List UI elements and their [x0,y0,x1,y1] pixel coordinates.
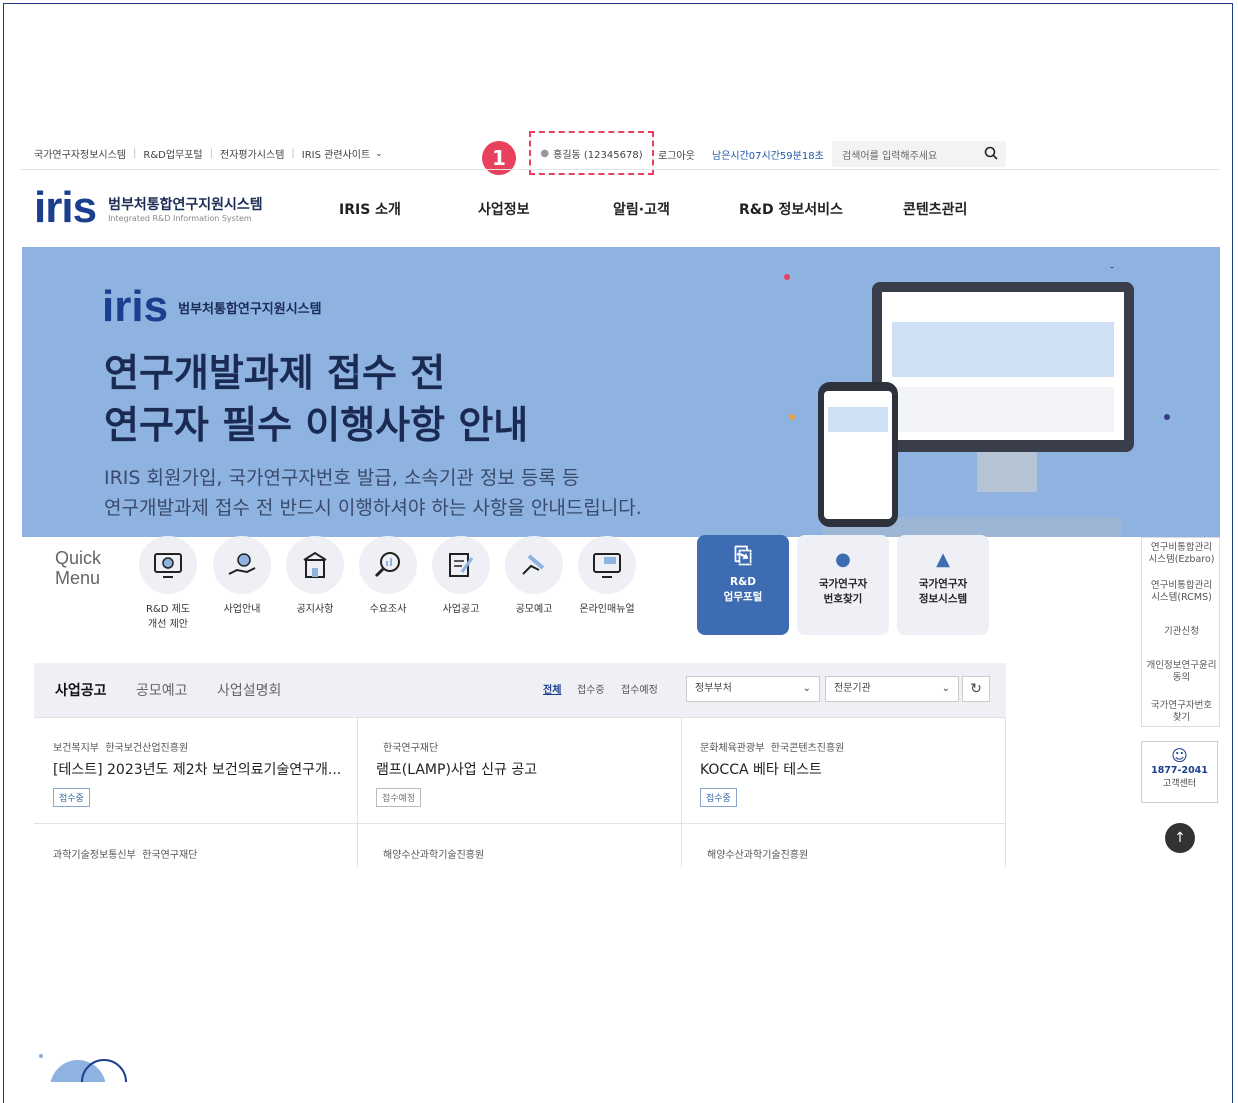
user-icon: ● [540,147,550,159]
building-icon [303,551,327,578]
headset-icon: ☺ [1171,746,1188,765]
search-placeholder: 검색어를 입력해주세요 [842,150,938,162]
logout-link[interactable]: 로그아웃 [658,147,695,162]
chevron-down-icon: ⌄ [802,683,811,694]
agency-select[interactable]: 전문기관 ⌄ [825,676,959,702]
arrow-up-icon: ↑ [1174,830,1186,846]
monitor-chat-icon [593,553,621,578]
quick-item-manual[interactable]: 온라인매뉴얼 [567,536,647,617]
search-icon[interactable] [984,146,998,160]
banner-title: 연구개발과제 접수 전 연구자 필수 이행사항 안내 [104,351,529,447]
quick-item-preview[interactable]: 공모예고 [494,536,574,617]
chevron-down-icon[interactable]: ⌄ [375,149,383,159]
pen-hand-icon [522,554,545,575]
banner-logo: iris 범부처통합연구지원시스템 [102,282,322,331]
rail-link-ezbaro[interactable]: 연구비통합관리 시스템(Ezbaro) [1142,542,1221,566]
header-divider [20,169,1220,170]
scroll-top-button[interactable]: ↑ [1165,823,1195,853]
quick-item-rnd-proposal[interactable]: R&D 제도 개선 제안 [128,536,208,632]
site-logo[interactable]: iris 범부처통합연구지원시스템 Integrated R&D Informa… [34,183,263,232]
ministry-label: 보건복지부 [53,743,99,754]
card-researcher-system[interactable]: ▲ 국가연구자 정보시스템 [897,535,989,635]
user-search-icon: ● [835,549,851,570]
status-badge: 접수예정 [376,788,422,807]
util-link-related-sites[interactable]: IRIS 관련사이트 [302,146,370,161]
quick-item-business-guide[interactable]: 사업안내 [202,536,282,617]
util-link-evaluation[interactable]: 전자평가시스템 [220,146,284,161]
cs-phone: 1877-2041 [1151,765,1208,776]
user-name[interactable]: 홍길동 (12345678) [553,146,642,161]
card-rnd-portal[interactable]: ⎘ R&D 업무포털 [697,535,789,635]
filter-upcoming[interactable]: 접수예정 [621,681,658,696]
search-input[interactable]: 검색어를 입력해주세요 [832,141,1006,167]
right-quick-rail: 연구비통합관리 시스템(Ezbaro) 연구비통합관리 시스템(RCMS) 기관… [1141,537,1220,727]
microscope-icon: ▲ [936,549,950,570]
filter-open[interactable]: 접수중 [577,681,605,696]
portal-search-icon: ⎘ [734,544,752,569]
tab-preview[interactable]: 공모예고 [136,680,188,700]
refresh-icon: ↻ [970,681,982,697]
grid-mid-line [34,823,1006,824]
logo-wordmark: iris [34,183,97,232]
quick-item-notice[interactable]: 공지사항 [275,536,355,617]
util-link-researcher-system[interactable]: 국가연구자정보시스템 [34,146,126,161]
utility-links: 국가연구자정보시스템 | R&D업무포털 | 전자평가시스템 | IRIS 관련사이트… [34,146,383,161]
devices-illustration [784,267,1170,537]
logo-subtitle: Integrated R&D Information System [108,213,252,223]
agency-label: 한국보건산업진흥원 [105,743,189,754]
quick-item-announcement[interactable]: 사업공고 [421,536,501,617]
grid-col-divider [681,717,682,867]
filter-all[interactable]: 전체 [543,681,561,696]
ministry-label: 문화체육관광부 [700,743,765,754]
quick-menu-title: Quick Menu [55,548,102,588]
notice-title[interactable]: 램프(LAMP)사업 신규 공고 [376,759,537,779]
edit-document-icon [449,553,474,577]
agency-label: 한국연구재단 [383,743,439,754]
notice-title[interactable]: [테스트] 2023년도 제2차 보건의료기술연구개... [53,759,341,779]
tab-business-announcement[interactable]: 사업공고 [55,680,107,700]
rail-link-find-number[interactable]: 국가연구자번호 찾기 [1142,700,1221,724]
grid-col-divider [1005,717,1006,867]
util-link-rnd-portal[interactable]: R&D업무포털 [143,146,202,161]
notice-card[interactable]: 과학기술정보통신부 한국연구재단 [53,846,197,861]
session-timer: 남은시간07시간59분18초 [712,151,824,162]
rail-link-rcms[interactable]: 연구비통합관리 시스템(RCMS) [1142,580,1221,604]
notice-title[interactable]: KOCCA 베타 테스트 [700,759,822,779]
card-researcher-number[interactable]: ● 국가연구자 번호찾기 [797,535,889,635]
hand-idea-icon [228,553,256,575]
tab-briefing[interactable]: 사업설명회 [217,680,281,700]
status-badge: 접수중 [700,788,737,807]
nav-info-service[interactable]: R&D 정보서비스 [739,199,843,219]
notice-card[interactable]: 해양수산과학기술진흥원 [383,846,484,861]
banner-subtitle: IRIS 회원가입, 국가연구자번호 발급, 소속기관 정보 등록 등 연구개발… [104,467,642,519]
rail-link-org-apply[interactable]: 기관신청 [1142,626,1221,638]
status-badge: 접수중 [53,788,90,807]
bubble-decoration [39,1054,127,1082]
refresh-button[interactable]: ↻ [962,676,990,702]
ministry-select[interactable]: 정부부처 ⌄ [686,676,820,702]
notice-card[interactable]: 해양수산과학기술진흥원 [707,846,808,861]
grid-col-divider [357,717,358,867]
nav-about[interactable]: IRIS 소개 [339,199,401,219]
customer-center[interactable]: ☺ 1877-2041 고객센터 [1141,741,1218,803]
nav-content[interactable]: 콘텐츠관리 [903,199,967,219]
cs-label: 고객센터 [1162,779,1197,789]
agency-label: 한국콘텐츠진흥원 [770,743,845,754]
logo-title: 범부처통합연구지원시스템 [108,196,263,213]
quick-item-survey[interactable]: 수요조사 [348,536,428,617]
nav-notice[interactable]: 알림·고객 [613,199,670,219]
grid-top-line [34,717,1006,718]
monitor-gear-icon [154,553,182,578]
search-chart-icon [374,552,400,578]
rail-link-privacy-agree[interactable]: 개인정보연구윤리 동의 [1142,660,1221,684]
chevron-down-icon: ⌄ [941,683,950,694]
main-banner[interactable]: iris 범부처통합연구지원시스템 연구개발과제 접수 전 연구자 필수 이행사… [22,247,1220,537]
nav-business[interactable]: 사업정보 [478,199,530,219]
